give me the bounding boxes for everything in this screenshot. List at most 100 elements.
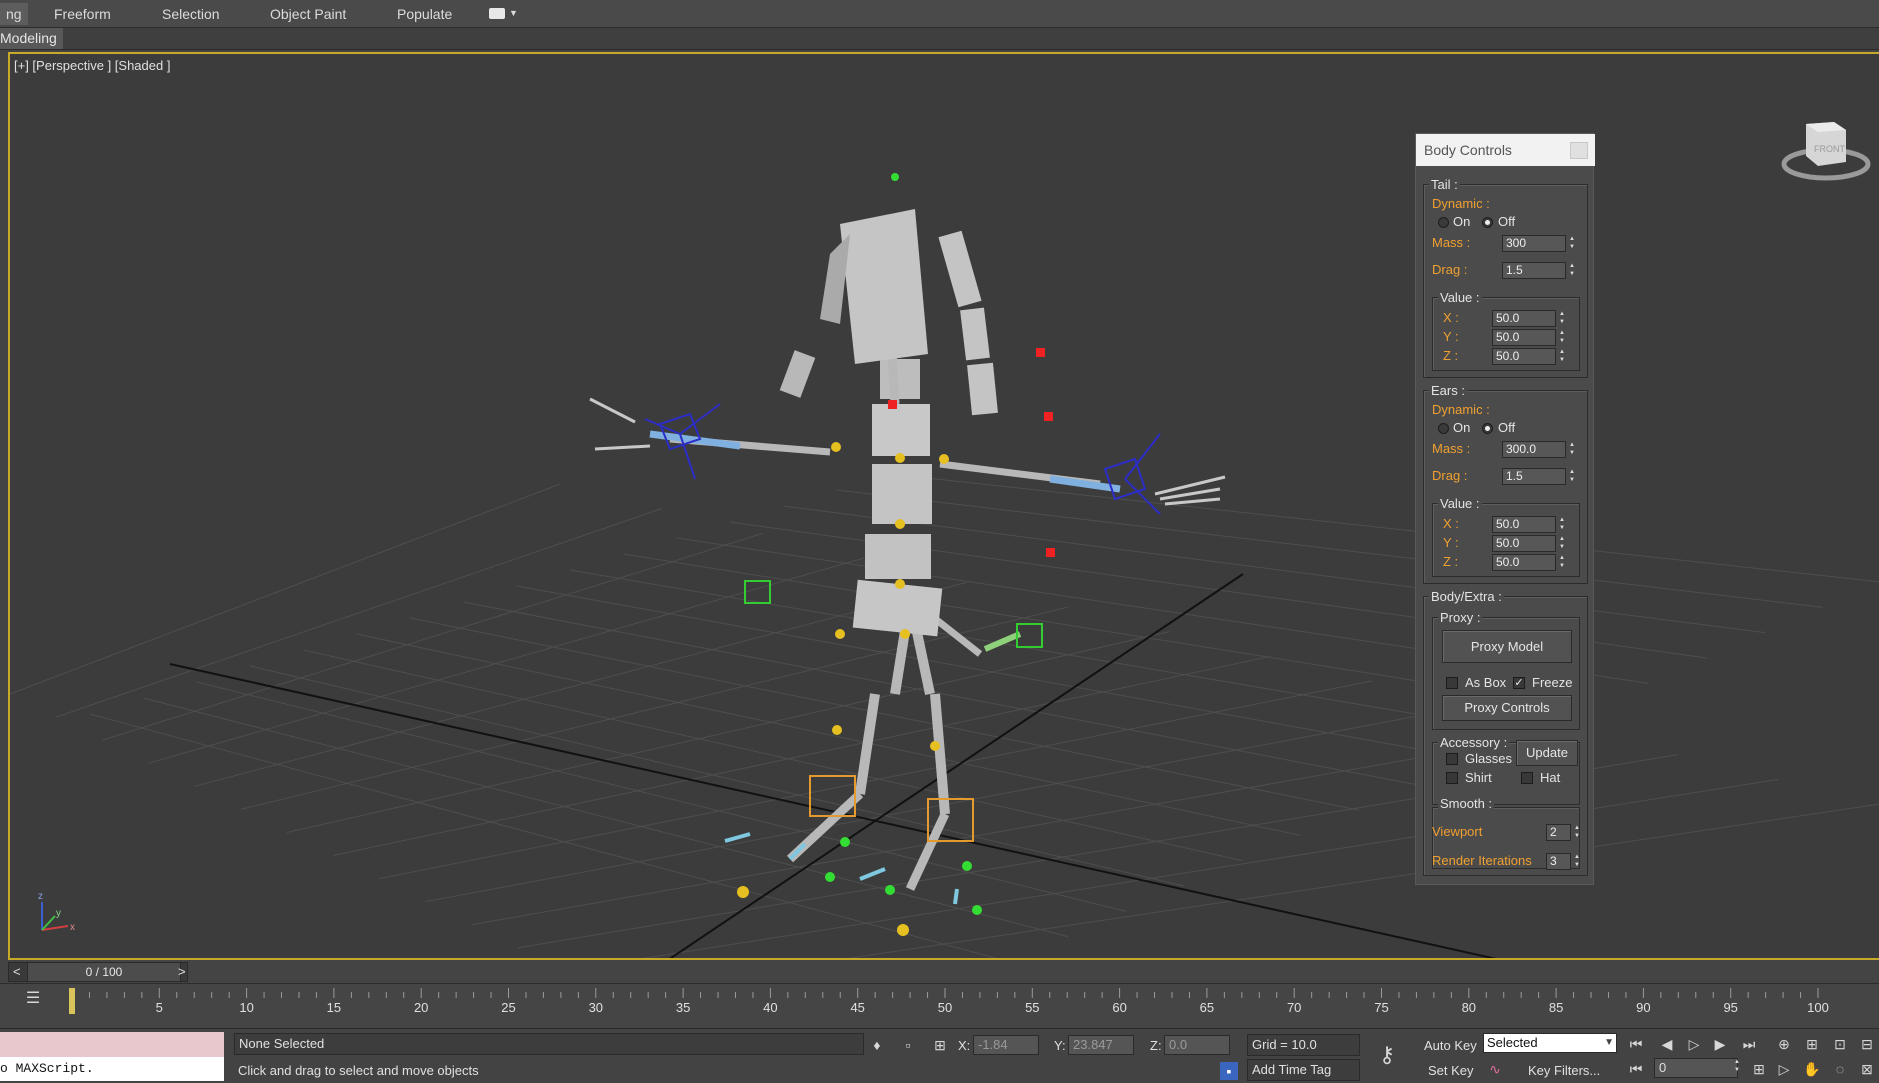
time-tag-icon[interactable]: ▪: [1220, 1062, 1238, 1080]
current-frame-spinner[interactable]: ▲ ▼: [1732, 1058, 1742, 1078]
tab-selection[interactable]: Selection: [162, 6, 220, 22]
ears-z-field[interactable]: 50.0: [1492, 554, 1556, 571]
ears-x-field[interactable]: 50.0: [1492, 516, 1556, 533]
ears-y-spinner[interactable]: ▲ ▼: [1557, 535, 1567, 552]
ears-mass-spinner[interactable]: ▲ ▼: [1567, 441, 1577, 458]
tail-z-field[interactable]: 50.0: [1492, 348, 1556, 365]
key-mode-icon[interactable]: ⏮: [1627, 1060, 1645, 1078]
ears-mass-field[interactable]: 300.0: [1502, 441, 1566, 458]
maxscript-listener[interactable]: [0, 1032, 224, 1057]
trackbar-tick-label: 55: [1025, 1000, 1040, 1015]
viewport-scene[interactable]: z y x: [10, 54, 1879, 960]
lock-selection-icon[interactable]: ▫: [899, 1036, 917, 1054]
tab-populate[interactable]: Populate: [397, 6, 452, 22]
tab-object-paint[interactable]: Object Paint: [270, 6, 346, 22]
add-time-tag-button[interactable]: Add Time Tag: [1247, 1059, 1360, 1081]
grid-line: [836, 489, 1823, 608]
set-key-button[interactable]: Set Key: [1428, 1063, 1474, 1078]
field-of-view-icon[interactable]: ▷: [1775, 1060, 1793, 1078]
trackbar-tick-label: 45: [850, 1000, 865, 1015]
as-box-checkbox[interactable]: [1446, 677, 1458, 689]
tail-mass-spinner[interactable]: ▲ ▼: [1567, 235, 1577, 252]
tail-mass-field[interactable]: 300: [1502, 235, 1566, 252]
time-slider-thumb[interactable]: 0 / 100: [27, 963, 181, 981]
time-slider-playhead: [69, 988, 75, 1014]
panel-titlebar[interactable]: Body Controls: [1416, 134, 1595, 166]
render-iterations-spinner[interactable]: ▲ ▼: [1572, 853, 1582, 870]
viewport-smooth-spinner[interactable]: ▲ ▼: [1572, 824, 1582, 841]
glasses-checkbox[interactable]: [1446, 753, 1458, 765]
key-tangent-icon[interactable]: ∿: [1486, 1060, 1504, 1078]
ears-drag-label: Drag :: [1432, 468, 1468, 483]
tail-y-spinner[interactable]: ▲ ▼: [1557, 329, 1567, 346]
tail-z-spinner[interactable]: ▲ ▼: [1557, 348, 1567, 365]
tail-dynamic-off-radio[interactable]: [1482, 217, 1493, 228]
time-config-icon[interactable]: ⊞: [1750, 1060, 1768, 1078]
glasses-label: Glasses: [1465, 751, 1512, 766]
update-button[interactable]: Update: [1516, 740, 1578, 766]
viewport-perspective[interactable]: [+] [Perspective ] [Shaded ] z y x FRONT: [8, 52, 1879, 960]
ears-drag-field[interactable]: 1.5: [1502, 468, 1566, 485]
freeze-checkbox[interactable]: ✓: [1513, 677, 1525, 689]
ears-z-spinner[interactable]: ▲ ▼: [1557, 554, 1567, 571]
hat-checkbox[interactable]: [1521, 772, 1533, 784]
tail-x-spinner[interactable]: ▲ ▼: [1557, 310, 1567, 327]
viewcube[interactable]: FRONT: [1776, 94, 1876, 194]
proxy-controls-button[interactable]: Proxy Controls: [1442, 695, 1572, 721]
next-frame-arrow[interactable]: >: [178, 964, 186, 979]
rig-figure: [589, 173, 1226, 936]
tail-y-field[interactable]: 50.0: [1492, 329, 1556, 346]
auto-key-button[interactable]: Auto Key: [1424, 1038, 1477, 1053]
ears-drag-spinner[interactable]: ▲ ▼: [1567, 468, 1577, 485]
go-to-start-icon[interactable]: ⏮: [1627, 1035, 1645, 1053]
tail-drag-spinner[interactable]: ▲ ▼: [1567, 262, 1577, 279]
y-coord-field[interactable]: 23.847: [1068, 1035, 1134, 1055]
tab-freeform[interactable]: Freeform: [54, 6, 111, 22]
tail-drag-field[interactable]: 1.5: [1502, 262, 1566, 279]
prev-frame-arrow[interactable]: <: [13, 964, 21, 979]
close-button[interactable]: [1570, 142, 1588, 159]
z-coord-field[interactable]: 0.0: [1164, 1035, 1230, 1055]
key-mode-select[interactable]: Selected ▼: [1483, 1033, 1617, 1053]
proxy-model-button[interactable]: Proxy Model: [1442, 630, 1572, 663]
next-frame-icon[interactable]: ▶: [1711, 1035, 1729, 1053]
ears-x-spinner[interactable]: ▲ ▼: [1557, 516, 1567, 533]
ears-y-field[interactable]: 50.0: [1492, 535, 1556, 552]
go-to-end-icon[interactable]: ⏭: [1740, 1035, 1758, 1053]
previous-frame-icon[interactable]: ◀: [1658, 1035, 1676, 1053]
current-frame-field[interactable]: 0: [1654, 1058, 1738, 1078]
trackbar[interactable]: ☰ 5 10 15 20 25 30 35 40 45 50 55 60 65 70 75 80 85 90 95 1…: [0, 983, 1879, 1028]
key-filters-button[interactable]: Key Filters...: [1528, 1063, 1600, 1078]
isolate-selection-icon[interactable]: ♦: [868, 1036, 886, 1054]
chevron-down-icon[interactable]: ▼: [509, 8, 518, 18]
time-slider[interactable]: < 0 / 100 >: [8, 962, 188, 982]
viewport-smooth-field[interactable]: 2: [1546, 824, 1571, 841]
zoom-all-icon[interactable]: ⊞: [1803, 1035, 1821, 1053]
tail-dynamic-on-radio[interactable]: [1438, 217, 1449, 228]
key-mode-value: Selected: [1487, 1035, 1538, 1050]
zoom-extents-all-icon[interactable]: ⊟: [1858, 1035, 1876, 1053]
shirt-label: Shirt: [1465, 770, 1492, 785]
orbit-icon[interactable]: ◌: [1831, 1060, 1849, 1078]
zoom-extents-icon[interactable]: ⊡: [1831, 1035, 1849, 1053]
ribbon-options-icon[interactable]: [489, 8, 505, 19]
shirt-checkbox[interactable]: [1446, 772, 1458, 784]
subbar-modeling[interactable]: Modeling: [0, 28, 63, 49]
maximize-viewport-icon[interactable]: ⊠: [1858, 1060, 1876, 1078]
play-icon[interactable]: ▷: [1685, 1035, 1703, 1053]
zoom-icon[interactable]: ⊕: [1775, 1035, 1793, 1053]
chevron-down-icon[interactable]: ▼: [1604, 1034, 1614, 1052]
render-iterations-field[interactable]: 3: [1546, 853, 1571, 870]
ears-dynamic-off-radio[interactable]: [1482, 423, 1493, 434]
tail-x-field[interactable]: 50.0: [1492, 310, 1556, 327]
absolute-mode-icon[interactable]: ⊞: [931, 1036, 949, 1054]
maxscript-output[interactable]: o MAXScript.: [0, 1057, 224, 1081]
grid-line: [303, 649, 1243, 862]
tab-active[interactable]: ng: [0, 3, 28, 25]
pan-icon[interactable]: ✋: [1803, 1060, 1821, 1078]
ears-dynamic-on-radio[interactable]: [1438, 423, 1449, 434]
x-coord-field[interactable]: -1.84: [973, 1035, 1039, 1055]
key-icon[interactable]: ⚷: [1378, 1044, 1396, 1066]
ears-group-title: Ears :: [1429, 383, 1467, 398]
trackbar-tick-label: 85: [1548, 1000, 1564, 1015]
